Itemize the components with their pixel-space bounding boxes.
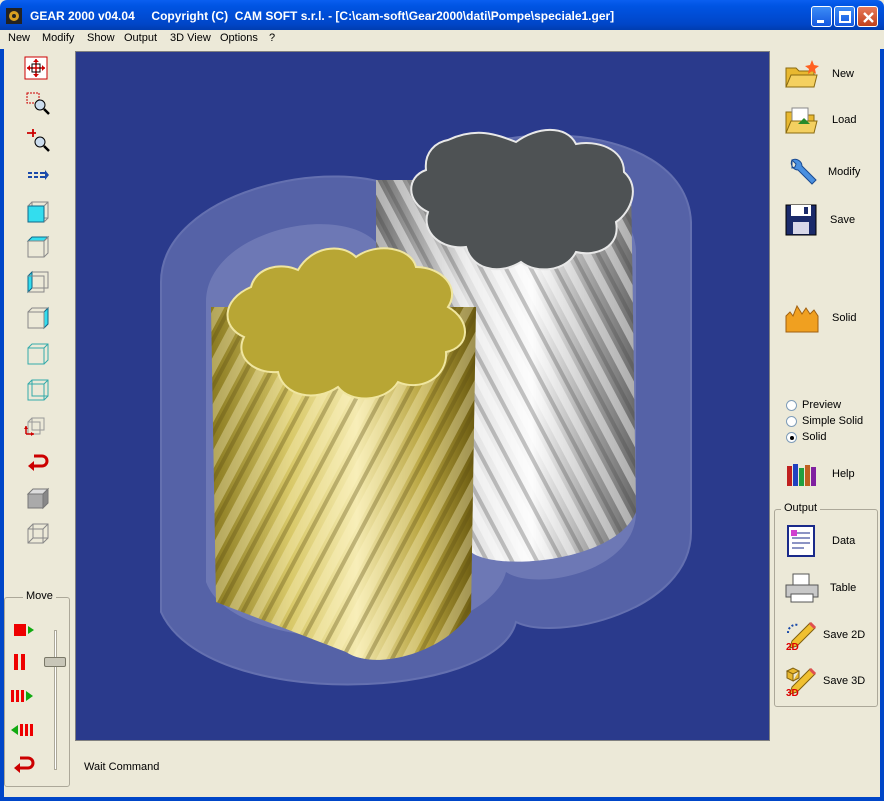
status-text: Wait Command <box>84 761 160 773</box>
undo-view-icon[interactable] <box>26 450 50 474</box>
radio-solid-circle[interactable] <box>786 432 797 443</box>
books-icon <box>787 464 816 486</box>
wrench-icon <box>790 158 817 185</box>
view-left-icon[interactable] <box>26 270 50 294</box>
solid-gear-icon <box>785 304 819 333</box>
menu-options[interactable]: Options <box>220 32 258 44</box>
play-icon[interactable] <box>12 618 36 642</box>
reverse-icon[interactable] <box>10 718 34 742</box>
solid-button[interactable]: Solid <box>784 302 874 336</box>
pan-icon[interactable] <box>24 56 48 80</box>
move-speed-slider[interactable] <box>44 630 68 770</box>
save-label: Save <box>830 214 856 226</box>
gear-app-icon[interactable] <box>6 8 22 24</box>
modify-label: Modify <box>828 166 861 178</box>
pause-icon[interactable] <box>10 650 34 674</box>
menu-output[interactable]: Output <box>124 32 157 44</box>
table-button[interactable]: Table <box>784 572 874 606</box>
new-label: New <box>832 68 855 80</box>
shaded-cube-icon[interactable] <box>26 486 50 510</box>
svg-text:2D: 2D <box>786 642 799 651</box>
printer-icon <box>785 573 819 603</box>
radio-simple-solid-label: Simple Solid <box>802 415 864 427</box>
data-label: Data <box>832 535 856 547</box>
return-icon[interactable] <box>12 752 36 776</box>
modify-button[interactable]: Modify <box>784 156 874 190</box>
save-2d-button[interactable]: 2D Save 2D <box>784 619 874 653</box>
wire-cube-icon[interactable] <box>26 521 50 545</box>
radio-preview-circle[interactable] <box>786 400 797 411</box>
forward-icon[interactable] <box>10 684 34 708</box>
data-button[interactable]: Data <box>784 525 874 559</box>
menu-new[interactable]: New <box>8 32 30 44</box>
output-caption: Output <box>781 502 821 514</box>
save-3d-button[interactable]: 3D Save 3D <box>784 665 874 699</box>
load-button[interactable]: Load <box>784 104 874 138</box>
radio-preview-label: Preview <box>802 399 842 411</box>
save-2d-label: Save 2D <box>823 629 866 641</box>
load-label: Load <box>832 114 857 126</box>
close-button[interactable] <box>857 6 878 27</box>
view-front-icon[interactable] <box>26 200 50 224</box>
help-button[interactable]: Help <box>784 458 874 492</box>
save-button[interactable]: Save <box>784 204 874 238</box>
zoom-icon[interactable] <box>26 128 50 152</box>
save-3d-label: Save 3D <box>823 675 866 687</box>
pencil-2d-icon: 2D <box>786 621 817 651</box>
svg-text:3D: 3D <box>786 688 799 697</box>
view-top-icon[interactable] <box>26 235 50 259</box>
menu-help[interactable]: ? <box>269 32 275 44</box>
axes-icon[interactable] <box>22 412 46 436</box>
3d-viewport[interactable] <box>75 51 770 741</box>
pencil-3d-icon: 3D <box>785 667 817 697</box>
new-button[interactable]: New <box>784 58 874 92</box>
title-bar: GEAR 2000 v04.04 Copyright (C) CAM SOFT … <box>0 0 884 30</box>
load-folder-icon <box>785 107 818 134</box>
minimize-button[interactable] <box>811 6 832 27</box>
menu-show[interactable]: Show <box>87 32 115 44</box>
solid-label: Solid <box>832 312 857 324</box>
slider-thumb[interactable] <box>44 657 66 667</box>
radio-simple-solid-circle[interactable] <box>786 416 797 427</box>
maximize-button[interactable] <box>834 6 855 27</box>
radio-solid-label: Solid <box>802 431 827 443</box>
view-iso-1-icon[interactable] <box>26 342 50 366</box>
view-right-icon[interactable] <box>26 306 50 330</box>
data-sheet-icon <box>787 525 815 557</box>
table-label: Table <box>830 582 857 594</box>
window-title: GEAR 2000 v04.04 Copyright (C) CAM SOFT … <box>30 9 615 23</box>
gear-pump-render <box>160 128 692 686</box>
zoom-window-icon[interactable] <box>26 92 50 116</box>
menu-bar: New Modify Show Output 3D View Options ? <box>0 30 884 49</box>
move-caption: Move <box>23 590 56 602</box>
menu-modify[interactable]: Modify <box>42 32 74 44</box>
menu-3d-view[interactable]: 3D View <box>170 32 211 44</box>
next-icon[interactable] <box>26 163 50 187</box>
new-folder-icon <box>785 60 819 88</box>
floppy-icon <box>785 204 817 236</box>
view-iso-2-icon[interactable] <box>26 378 50 402</box>
help-label: Help <box>832 468 855 480</box>
